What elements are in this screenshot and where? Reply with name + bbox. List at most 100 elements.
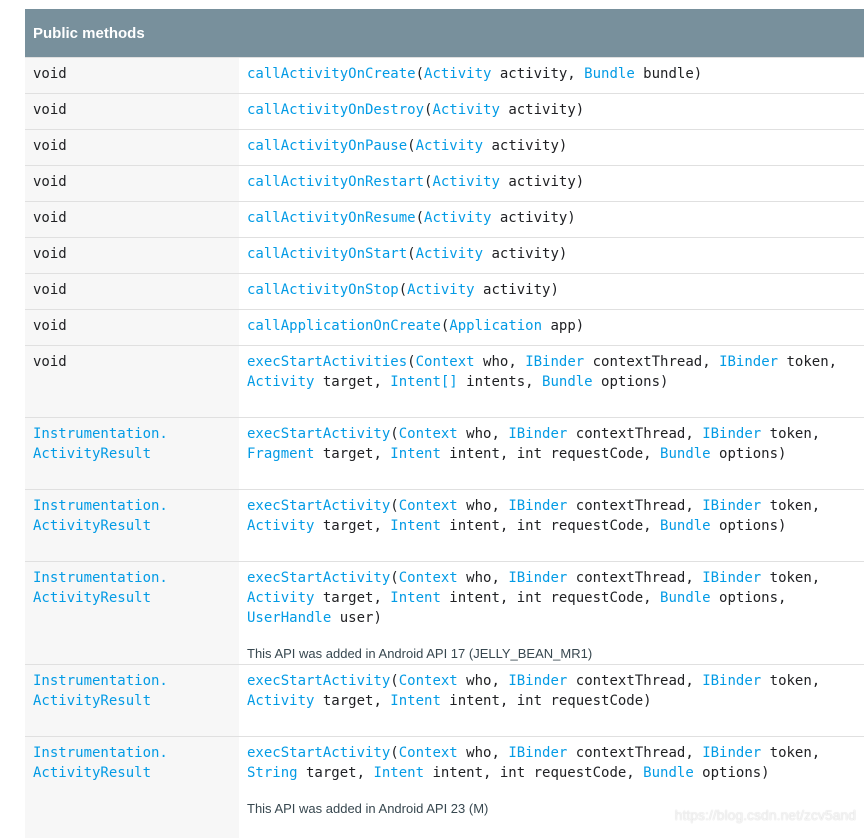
signature-text: options) (711, 518, 787, 534)
method-name-link[interactable]: execStartActivity (247, 570, 390, 586)
return-type-link[interactable]: ActivityResult (33, 693, 151, 709)
return-type: void (33, 246, 67, 262)
method-name-link[interactable]: execStartActivity (247, 426, 390, 442)
return-type-link[interactable]: Instrumentation. (33, 673, 168, 689)
type-link[interactable]: Activity (416, 138, 483, 154)
signature-text: intent, int requestCode, (441, 446, 660, 462)
type-link[interactable]: IBinder (508, 745, 567, 761)
signature-text: ( (407, 138, 415, 154)
signature-text: target, (314, 518, 390, 534)
signature-text: options) (593, 374, 669, 390)
method-name-link[interactable]: callActivityOnStart (247, 246, 407, 262)
return-type-link[interactable]: Instrumentation. (33, 570, 168, 586)
table-row: Instrumentation. ActivityResult execStartA… (25, 418, 864, 490)
type-link[interactable]: Activity (247, 590, 314, 606)
type-link[interactable]: Bundle (643, 765, 694, 781)
type-link[interactable]: Activity (424, 210, 491, 226)
type-link[interactable]: Context (416, 354, 475, 370)
type-link[interactable]: IBinder (508, 498, 567, 514)
type-link[interactable]: Activity (247, 374, 314, 390)
type-link[interactable]: IBinder (508, 673, 567, 689)
type-link[interactable]: Bundle (660, 518, 711, 534)
type-link[interactable]: Activity (432, 102, 499, 118)
type-link[interactable]: Activity (416, 246, 483, 262)
type-link[interactable]: Intent (390, 518, 441, 534)
type-link[interactable]: UserHandle (247, 610, 331, 626)
type-link[interactable]: Intent (390, 590, 441, 606)
method-signature-cell: callActivityOnPause(Activity activity) (239, 130, 864, 166)
type-link[interactable]: IBinder (525, 354, 584, 370)
return-type-link[interactable]: ActivityResult (33, 446, 151, 462)
type-link[interactable]: Bundle (584, 66, 635, 82)
signature-text: intent, int requestCode) (441, 693, 652, 709)
type-link[interactable]: String (247, 765, 298, 781)
table-row: voidcallActivityOnCreate(Activity activi… (25, 58, 864, 94)
type-link[interactable]: Activity (247, 693, 314, 709)
return-type: void (33, 138, 67, 154)
method-name-link[interactable]: callActivityOnStop (247, 282, 399, 298)
signature-text: ( (390, 426, 398, 442)
type-link[interactable]: Application (449, 318, 542, 334)
return-type-cell: void (25, 130, 239, 166)
type-link[interactable]: Activity (432, 174, 499, 190)
type-link[interactable]: IBinder (508, 426, 567, 442)
type-link[interactable]: IBinder (719, 354, 778, 370)
section-title: Public methods (25, 9, 864, 58)
method-name-link[interactable]: callActivityOnRestart (247, 174, 424, 190)
return-type-link[interactable]: ActivityResult (33, 518, 151, 534)
type-link[interactable]: Intent[] (390, 374, 457, 390)
type-link[interactable]: Activity (424, 66, 491, 82)
method-name-link[interactable]: execStartActivity (247, 745, 390, 761)
return-type-link[interactable]: Instrumentation. (33, 426, 168, 442)
return-type-link[interactable]: Instrumentation. (33, 498, 168, 514)
method-name-link[interactable]: callActivityOnDestroy (247, 102, 424, 118)
return-type: void (33, 282, 67, 298)
method-name-link[interactable]: execStartActivity (247, 673, 390, 689)
return-type-cell: void (25, 166, 239, 202)
signature-text: app) (542, 318, 584, 334)
signature-text: ( (416, 66, 424, 82)
type-link[interactable]: IBinder (702, 426, 761, 442)
type-link[interactable]: Activity (247, 518, 314, 534)
return-type-link[interactable]: Instrumentation. (33, 745, 168, 761)
method-signature-cell: callActivityOnStart(Activity activity) (239, 238, 864, 274)
type-link[interactable]: Intent (373, 765, 424, 781)
method-name-link[interactable]: callActivityOnResume (247, 210, 416, 226)
type-link[interactable]: Bundle (660, 590, 711, 606)
method-name-link[interactable]: callApplicationOnCreate (247, 318, 441, 334)
type-link[interactable]: Intent (390, 446, 441, 462)
type-link[interactable]: Intent (390, 693, 441, 709)
type-link[interactable]: Context (399, 673, 458, 689)
signature-text: activity) (483, 138, 567, 154)
method-name-link[interactable]: execStartActivity (247, 498, 390, 514)
type-link[interactable]: Context (399, 570, 458, 586)
return-type-cell: void (25, 346, 239, 418)
signature-text: who, (475, 354, 526, 370)
method-name-link[interactable]: execStartActivities (247, 354, 407, 370)
signature-text: ( (390, 498, 398, 514)
signature-text: bundle) (635, 66, 702, 82)
method-signature-cell: execStartActivity(Context who, IBinder c… (239, 418, 864, 490)
signature-text: activity) (483, 246, 567, 262)
method-name-link[interactable]: callActivityOnPause (247, 138, 407, 154)
type-link[interactable]: Fragment (247, 446, 314, 462)
type-link[interactable]: IBinder (702, 673, 761, 689)
type-link[interactable]: IBinder (702, 498, 761, 514)
type-link[interactable]: Bundle (660, 446, 711, 462)
type-link[interactable]: Activity (407, 282, 474, 298)
type-link[interactable]: IBinder (508, 570, 567, 586)
signature-text: activity) (475, 282, 559, 298)
type-link[interactable]: IBinder (702, 570, 761, 586)
type-link[interactable]: Context (399, 426, 458, 442)
method-signature-cell: execStartActivities(Context who, IBinder… (239, 346, 864, 418)
table-header-row: Public methods (25, 9, 864, 58)
method-signature-cell: execStartActivity(Context who, IBinder c… (239, 490, 864, 562)
signature-text: ( (390, 570, 398, 586)
method-name-link[interactable]: callActivityOnCreate (247, 66, 416, 82)
type-link[interactable]: Bundle (542, 374, 593, 390)
return-type-link[interactable]: ActivityResult (33, 590, 151, 606)
type-link[interactable]: Context (399, 745, 458, 761)
type-link[interactable]: IBinder (702, 745, 761, 761)
type-link[interactable]: Context (399, 498, 458, 514)
return-type-link[interactable]: ActivityResult (33, 765, 151, 781)
